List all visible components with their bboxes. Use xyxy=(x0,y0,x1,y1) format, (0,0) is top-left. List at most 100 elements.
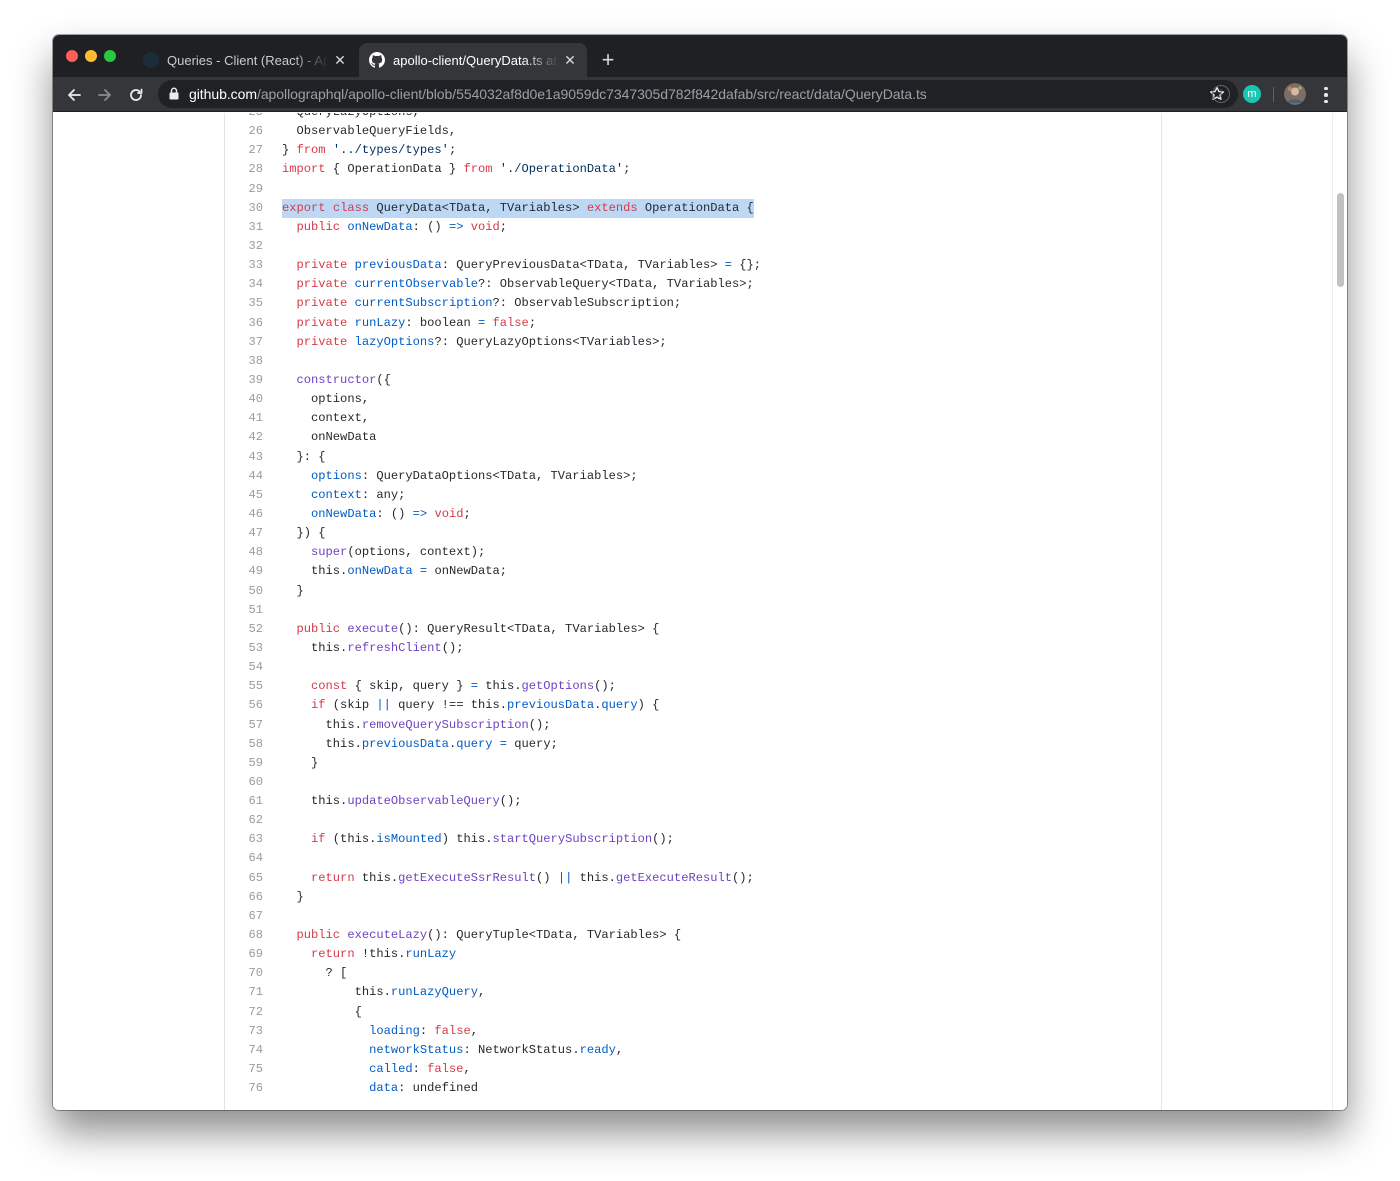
title-bar: Queries - Client (React) - Apollo ✕ apol… xyxy=(53,35,1347,77)
forward-button[interactable] xyxy=(92,82,118,108)
vertical-scrollbar[interactable] xyxy=(1332,113,1347,1110)
line-number[interactable]: 58 xyxy=(225,735,263,754)
line-number[interactable]: 38 xyxy=(225,352,263,371)
line-number[interactable]: 42 xyxy=(225,428,263,447)
line-number[interactable]: 46 xyxy=(225,505,263,524)
back-button[interactable] xyxy=(61,82,87,108)
code-line: 47 }) { xyxy=(225,524,1161,543)
code-line: 60 xyxy=(225,773,1161,792)
line-number[interactable]: 29 xyxy=(225,180,263,199)
toolbar-divider xyxy=(1273,87,1274,102)
line-number[interactable]: 55 xyxy=(225,677,263,696)
close-window-button[interactable] xyxy=(66,50,78,62)
line-number[interactable]: 67 xyxy=(225,907,263,926)
line-number[interactable]: 40 xyxy=(225,390,263,409)
zoom-window-button[interactable] xyxy=(104,50,116,62)
code-line: 54 xyxy=(225,658,1161,677)
code-line: 53 this.refreshClient(); xyxy=(225,639,1161,658)
line-number[interactable]: 73 xyxy=(225,1022,263,1041)
browser-window: Queries - Client (React) - Apollo ✕ apol… xyxy=(53,35,1347,1110)
line-number[interactable]: 45 xyxy=(225,486,263,505)
line-code: import { OperationData } from './Operati… xyxy=(282,162,631,177)
line-number[interactable]: 74 xyxy=(225,1041,263,1060)
line-number[interactable]: 44 xyxy=(225,467,263,486)
line-number[interactable]: 51 xyxy=(225,601,263,620)
line-code: QueryLazyOptions, xyxy=(282,113,420,122)
line-number[interactable]: 63 xyxy=(225,830,263,849)
line-number[interactable]: 49 xyxy=(225,562,263,581)
line-number[interactable]: 59 xyxy=(225,754,263,773)
line-number[interactable]: 32 xyxy=(225,237,263,256)
line-number[interactable]: 50 xyxy=(225,582,263,601)
line-number[interactable]: 35 xyxy=(225,294,263,313)
code-line: 76 data: undefined xyxy=(225,1079,1161,1098)
line-number[interactable]: 28 xyxy=(225,160,263,179)
profile-avatar[interactable] xyxy=(1284,83,1306,105)
line-number[interactable]: 25 xyxy=(225,113,263,122)
tab-apollo-docs[interactable]: Queries - Client (React) - Apollo ✕ xyxy=(135,43,357,77)
apollo-icon xyxy=(143,52,159,68)
line-number[interactable]: 62 xyxy=(225,811,263,830)
address-bar[interactable]: github.com/apollographql/apollo-client/b… xyxy=(158,80,1238,108)
line-number[interactable]: 26 xyxy=(225,122,263,141)
url-text[interactable]: github.com/apollographql/apollo-client/b… xyxy=(189,86,927,102)
line-number[interactable]: 31 xyxy=(225,218,263,237)
line-number[interactable]: 69 xyxy=(225,945,263,964)
code-line: 72 { xyxy=(225,1003,1161,1022)
line-code: private runLazy: boolean = false; xyxy=(296,315,537,330)
page-content: 25 QueryLazyOptions,26 ObservableQueryFi… xyxy=(53,113,1347,1110)
line-number[interactable]: 70 xyxy=(225,964,263,983)
line-number[interactable]: 71 xyxy=(225,983,263,1002)
line-number[interactable]: 75 xyxy=(225,1060,263,1079)
new-tab-button[interactable]: + xyxy=(597,48,619,72)
line-number[interactable]: 72 xyxy=(225,1003,263,1022)
line-number[interactable]: 52 xyxy=(225,620,263,639)
line-number[interactable]: 64 xyxy=(225,849,263,868)
lock-icon xyxy=(169,87,179,100)
github-icon xyxy=(369,52,385,68)
line-number[interactable]: 61 xyxy=(225,792,263,811)
line-number[interactable]: 34 xyxy=(225,275,263,294)
line-number[interactable]: 41 xyxy=(225,409,263,428)
code-view: 25 QueryLazyOptions,26 ObservableQueryFi… xyxy=(225,113,1161,1098)
code-line: 38 xyxy=(225,352,1161,371)
line-number[interactable]: 43 xyxy=(225,448,263,467)
code-line: 73 loading: false, xyxy=(225,1022,1161,1041)
line-number[interactable]: 60 xyxy=(225,773,263,792)
code-line: 51 xyxy=(225,601,1161,620)
line-code: networkStatus: NetworkStatus.ready, xyxy=(369,1042,624,1057)
line-number[interactable]: 66 xyxy=(225,888,263,907)
minimize-window-button[interactable] xyxy=(85,50,97,62)
reload-button[interactable] xyxy=(123,82,149,108)
tab-github-querydata[interactable]: apollo-client/QueryData.ts at 554032af8d… xyxy=(359,43,587,77)
line-number[interactable]: 54 xyxy=(225,658,263,677)
line-number[interactable]: 48 xyxy=(225,543,263,562)
line-number[interactable]: 39 xyxy=(225,371,263,390)
scrollbar-thumb[interactable] xyxy=(1337,193,1344,287)
line-code: this.removeQuerySubscription(); xyxy=(282,717,551,732)
line-number[interactable]: 76 xyxy=(225,1079,263,1098)
line-number[interactable]: 65 xyxy=(225,869,263,888)
code-line: 50 } xyxy=(225,582,1161,601)
line-number[interactable]: 37 xyxy=(225,333,263,352)
line-code: this.onNewData = onNewData; xyxy=(282,564,508,579)
line-number[interactable]: 33 xyxy=(225,256,263,275)
code-line: 26 ObservableQueryFields, xyxy=(225,122,1161,141)
line-number[interactable]: 57 xyxy=(225,716,263,735)
more-menu-icon[interactable] xyxy=(1316,82,1336,108)
close-icon[interactable]: ✕ xyxy=(559,49,581,71)
code-line: 58 this.previousData.query = query; xyxy=(225,735,1161,754)
line-number[interactable]: 47 xyxy=(225,524,263,543)
info-extension-icon[interactable]: i xyxy=(1212,85,1230,103)
line-number[interactable]: 53 xyxy=(225,639,263,658)
line-number[interactable]: 30 xyxy=(225,199,263,218)
code-line: 63 if (this.isMounted) this.startQuerySu… xyxy=(225,830,1161,849)
line-number[interactable]: 68 xyxy=(225,926,263,945)
line-number[interactable]: 27 xyxy=(225,141,263,160)
close-icon[interactable]: ✕ xyxy=(329,49,351,71)
line-number[interactable]: 56 xyxy=(225,696,263,715)
line-number[interactable]: 36 xyxy=(225,314,263,333)
m-extension-icon[interactable]: m xyxy=(1243,85,1261,103)
line-code: this.refreshClient(); xyxy=(282,640,464,655)
code-file-box: 25 QueryLazyOptions,26 ObservableQueryFi… xyxy=(224,113,1162,1110)
